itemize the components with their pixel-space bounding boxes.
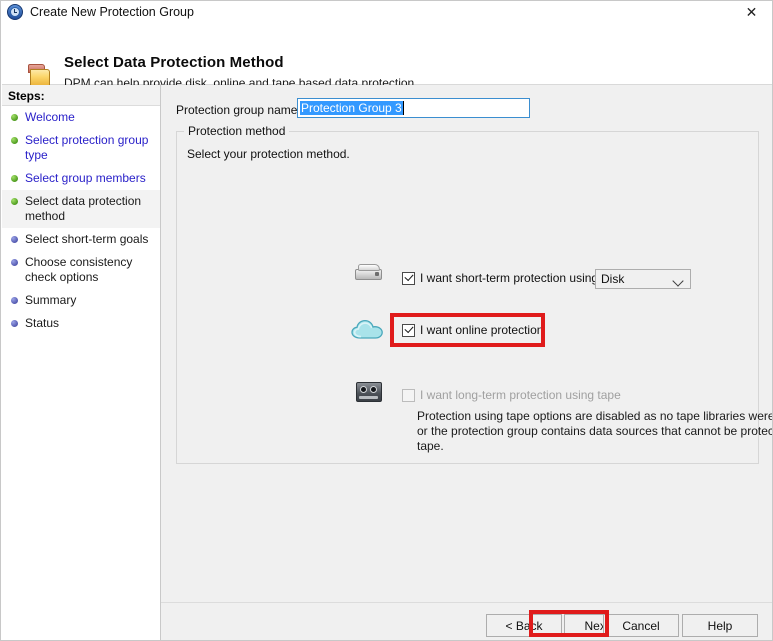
steps-sidebar: Steps: Welcome Select protection group t… bbox=[2, 85, 161, 640]
step-bullet-icon bbox=[11, 114, 18, 121]
create-protection-group-dialog: Create New Protection Group ✕ Select Dat… bbox=[0, 0, 773, 641]
window-title: Create New Protection Group bbox=[30, 5, 194, 19]
steps-header: Steps: bbox=[2, 85, 160, 106]
online-protection-checkbox[interactable] bbox=[402, 323, 415, 337]
online-protection-label: I want online protection bbox=[420, 323, 544, 337]
sidebar-item-label: Select group members bbox=[25, 171, 146, 185]
sidebar-item-choose-consistency-check-options[interactable]: Choose consistency check options bbox=[2, 251, 160, 289]
step-bullet-icon bbox=[11, 236, 18, 243]
sidebar-item-summary[interactable]: Summary bbox=[2, 289, 160, 312]
protection-group-name-input[interactable] bbox=[297, 98, 530, 118]
help-button[interactable]: Help bbox=[682, 614, 758, 637]
sidebar-item-label: Status bbox=[25, 316, 60, 330]
sidebar-item-label: Summary bbox=[25, 293, 77, 307]
tape-disabled-note: Protection using tape options are disabl… bbox=[417, 409, 773, 453]
page-title: Select Data Protection Method bbox=[64, 54, 284, 71]
sidebar-item-label: Welcome bbox=[25, 110, 75, 124]
sidebar-item-label: Choose consistency check options bbox=[25, 255, 133, 284]
short-term-media-dropdown[interactable]: Disk bbox=[595, 269, 691, 289]
sidebar-item-label: Select protection group type bbox=[25, 133, 149, 162]
close-icon[interactable]: ✕ bbox=[729, 1, 772, 23]
text-caret bbox=[403, 101, 404, 115]
sidebar-item-select-protection-group-type[interactable]: Select protection group type bbox=[2, 129, 160, 167]
tape-protection-checkbox-row: I want long-term protection using tape bbox=[402, 388, 621, 402]
title-bar: Create New Protection Group ✕ bbox=[1, 1, 772, 23]
dialog-button-bar: < Back Next > Cancel Help bbox=[161, 602, 772, 640]
step-bullet-icon bbox=[11, 137, 18, 144]
disk-icon bbox=[355, 263, 383, 283]
sidebar-item-select-short-term-goals[interactable]: Select short-term goals bbox=[2, 228, 160, 251]
protection-group-name-label: Protection group name: bbox=[176, 103, 301, 117]
sidebar-item-label: Select data protection method bbox=[25, 194, 142, 223]
step-bullet-icon bbox=[11, 320, 18, 327]
protection-method-groupbox-title: Protection method bbox=[184, 124, 290, 138]
main-panel: Protection group name: Protection Group … bbox=[161, 85, 773, 602]
steps-heading-label: Steps: bbox=[8, 89, 45, 103]
chevron-down-icon bbox=[672, 275, 684, 287]
online-protection-checkbox-row[interactable]: I want online protection bbox=[402, 323, 543, 337]
sidebar-item-select-group-members[interactable]: Select group members bbox=[2, 167, 160, 190]
short-term-media-value: Disk bbox=[601, 272, 625, 286]
protection-method-intro: Select your protection method. bbox=[187, 147, 350, 161]
tape-protection-label: I want long-term protection using tape bbox=[420, 388, 621, 402]
step-bullet-icon bbox=[11, 297, 18, 304]
step-bullet-icon bbox=[11, 198, 18, 205]
sidebar-item-select-data-protection-method[interactable]: Select data protection method bbox=[2, 190, 160, 228]
short-term-protection-checkbox-row[interactable]: I want short-term protection using: bbox=[402, 271, 601, 285]
cloud-icon bbox=[350, 317, 386, 341]
tape-cartridge-icon bbox=[356, 382, 382, 402]
step-bullet-icon bbox=[11, 175, 18, 182]
steps-list: Welcome Select protection group type Sel… bbox=[2, 106, 160, 335]
sidebar-item-label: Select short-term goals bbox=[25, 232, 149, 246]
sidebar-item-welcome[interactable]: Welcome bbox=[2, 106, 160, 129]
back-button[interactable]: < Back bbox=[486, 614, 562, 637]
sidebar-item-status[interactable]: Status bbox=[2, 312, 160, 335]
short-term-protection-label: I want short-term protection using: bbox=[420, 271, 602, 285]
dialog-header: Select Data Protection Method DPM can he… bbox=[2, 23, 772, 90]
tape-protection-checkbox bbox=[402, 388, 415, 402]
cancel-button[interactable]: Cancel bbox=[603, 614, 679, 637]
short-term-protection-checkbox[interactable] bbox=[402, 271, 415, 285]
clock-history-icon bbox=[7, 4, 23, 20]
step-bullet-icon bbox=[11, 259, 18, 266]
